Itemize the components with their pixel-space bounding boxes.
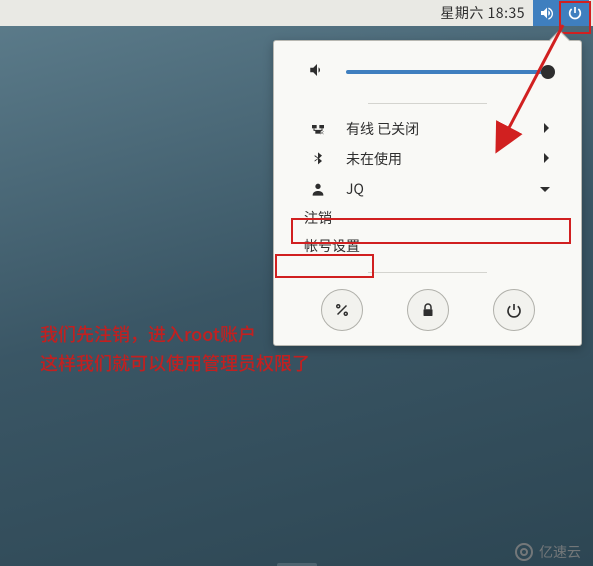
- instruction-line: 这样我们就可以使用管理员权限了: [40, 349, 310, 378]
- submenu-item-account-settings[interactable]: 帐号设置: [274, 232, 581, 260]
- separator: [368, 103, 487, 104]
- user-icon: [308, 181, 328, 197]
- top-bar: 星期六 18:35: [0, 0, 593, 26]
- power-icon: [567, 5, 583, 21]
- svg-text:×: ×: [319, 128, 324, 136]
- menu-item-bluetooth[interactable]: 未在使用: [274, 144, 581, 174]
- speaker-icon: [308, 60, 326, 84]
- menu-item-user[interactable]: JQ: [274, 174, 581, 204]
- volume-slider[interactable]: [346, 70, 551, 74]
- bluetooth-icon: [308, 151, 328, 167]
- chevron-right-icon: [543, 119, 551, 139]
- menu-item-wired[interactable]: × 有线 已关闭: [274, 114, 581, 144]
- settings-button[interactable]: [321, 289, 363, 331]
- power-tray-icon[interactable]: [561, 0, 589, 26]
- annotation-instruction: 我们先注销，进入root账户 这样我们就可以使用管理员权限了: [40, 320, 310, 378]
- volume-row[interactable]: [274, 57, 581, 87]
- chevron-right-icon: [543, 149, 551, 169]
- menu-item-label: JQ: [346, 179, 539, 199]
- menu-item-label: 未在使用: [346, 149, 543, 169]
- lock-button[interactable]: [407, 289, 449, 331]
- system-menu-panel: × 有线 已关闭 未在使用 JQ 注销 帐号设置: [273, 40, 582, 346]
- submenu-label: 帐号设置: [304, 236, 360, 256]
- datetime-label[interactable]: 星期六 18:35: [440, 3, 525, 23]
- menu-item-label: 有线 已关闭: [346, 119, 543, 139]
- speaker-icon: [539, 5, 555, 21]
- volume-tray-icon[interactable]: [533, 0, 561, 26]
- separator: [368, 272, 487, 273]
- submenu-item-logout[interactable]: 注销: [274, 204, 581, 232]
- instruction-line: 我们先注销，进入root账户: [40, 320, 310, 349]
- lock-icon: [419, 301, 437, 319]
- power-button[interactable]: [493, 289, 535, 331]
- tools-icon: [333, 301, 351, 319]
- submenu-label: 注销: [304, 208, 332, 228]
- volume-slider-thumb[interactable]: [541, 65, 555, 79]
- ethernet-icon: ×: [308, 121, 328, 137]
- watermark: 亿速云: [515, 542, 581, 562]
- watermark-icon: [515, 543, 533, 561]
- action-buttons-row: [274, 285, 581, 331]
- watermark-text: 亿速云: [539, 542, 581, 562]
- power-icon: [505, 301, 523, 319]
- chevron-down-icon: [539, 179, 551, 199]
